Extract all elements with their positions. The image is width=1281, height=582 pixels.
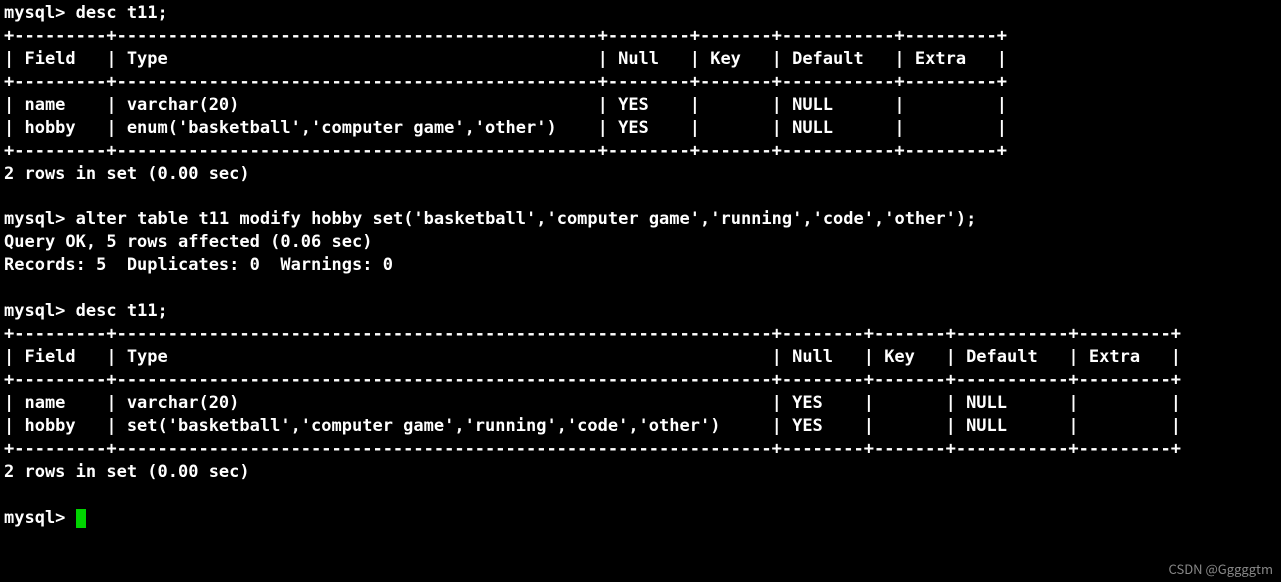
table2-row-0: | name | varchar(20) | YES | | NULL | | [4, 393, 1181, 413]
table2-border-mid: +---------+-----------------------------… [4, 370, 1181, 390]
command-desc1: desc t11; [76, 3, 168, 23]
table2-border-top: +---------+-----------------------------… [4, 324, 1181, 344]
alter-result-line1: Query OK, 5 rows affected (0.06 sec) [4, 232, 372, 252]
command-alter: alter table t11 modify hobby set('basket… [76, 209, 977, 229]
prompt: mysql> [4, 209, 65, 229]
prompt: mysql> [4, 301, 65, 321]
table2-border-bot: +---------+-----------------------------… [4, 439, 1181, 459]
prompt: mysql> [4, 508, 65, 528]
terminal-window[interactable]: mysql> desc t11; +---------+------------… [0, 0, 1281, 582]
alter-result-line2: Records: 5 Duplicates: 0 Warnings: 0 [4, 255, 393, 275]
table1-border-mid: +---------+-----------------------------… [4, 72, 1007, 92]
table1-header: | Field | Type | Null | Key | Default | … [4, 49, 1007, 69]
table1-border-top: +---------+-----------------------------… [4, 26, 1007, 46]
watermark: CSDN @Gggggtm [1169, 560, 1273, 578]
cursor[interactable] [76, 509, 86, 528]
table2-row-1: | hobby | set('basketball','computer gam… [4, 416, 1181, 436]
terminal-output: mysql> desc t11; +---------+------------… [4, 2, 1277, 530]
command-desc2: desc t11; [76, 301, 168, 321]
table2-footer: 2 rows in set (0.00 sec) [4, 462, 250, 482]
prompt: mysql> [4, 3, 65, 23]
table1-footer: 2 rows in set (0.00 sec) [4, 164, 250, 184]
table1-row-1: | hobby | enum('basketball','computer ga… [4, 118, 1007, 138]
table1-row-0: | name | varchar(20) | YES | | NULL | | [4, 95, 1007, 115]
table2-header: | Field | Type | Null | Key | Default | … [4, 347, 1181, 367]
table1-border-bot: +---------+-----------------------------… [4, 141, 1007, 161]
